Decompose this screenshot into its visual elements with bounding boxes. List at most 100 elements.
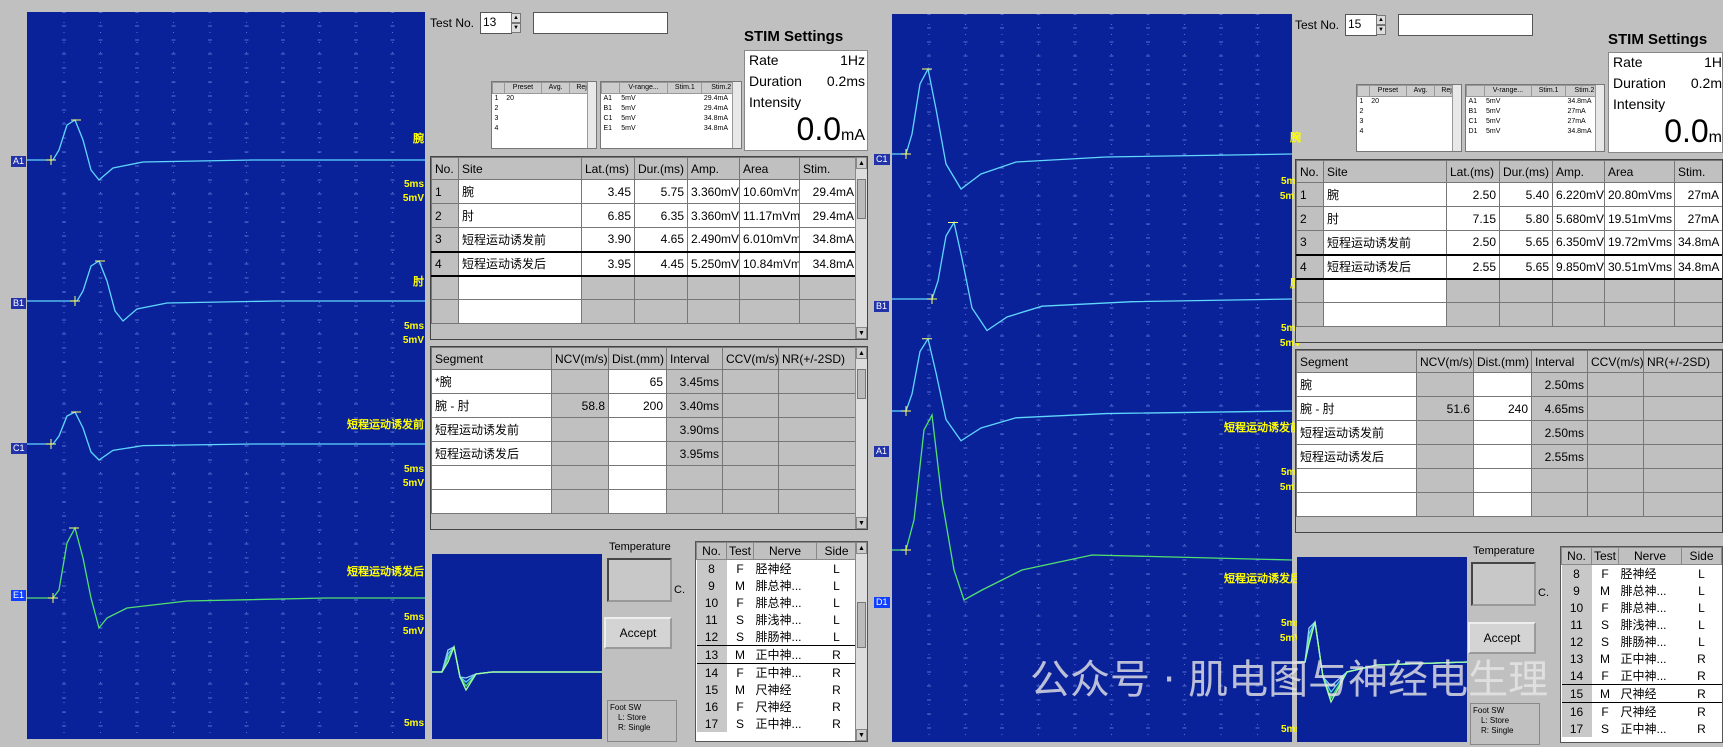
list-item[interactable]: 10 F 腓总神... L <box>696 594 857 611</box>
preset-scrollbar[interactable] <box>587 82 596 148</box>
table-row-selected[interactable]: 4短程运动诱发后3.954.455.250mV10.84mVms34.8mA <box>431 250 858 277</box>
list-item[interactable]: 9 M 腓总神... L <box>1561 582 1722 599</box>
list-item[interactable]: 14 F 正中神... R <box>1561 667 1722 685</box>
nerve-list-scrollbar[interactable]: ▲ ▼ <box>855 542 867 741</box>
segment-table[interactable]: Segment NCV(m/s) Dist.(mm) Interval CCV(m/s)… <box>1295 349 1723 533</box>
vrange-row[interactable]: B1 5mV 29.4mA <box>602 104 741 114</box>
channel-label-3[interactable]: C1 <box>11 443 27 454</box>
vrange-table[interactable]: V-range... Stim.1 Stim.2 A1 5mV 34.8mA B1 5mV… <box>1465 84 1605 152</box>
vrange-row[interactable]: C1 5mV 34.8mA <box>602 114 741 124</box>
list-item[interactable]: 17 S 正中神... R <box>696 715 857 732</box>
vrange-table[interactable]: V-range... Stim.1 Stim.2 A1 5mV 29.4mA B1 5mV… <box>600 81 742 149</box>
overlay-waveform[interactable] <box>432 554 602 739</box>
preset-row[interactable]: 3 <box>1358 117 1461 127</box>
list-item[interactable]: 13 M 正中神... R <box>696 645 857 664</box>
segment-row[interactable]: 短程运动诱发后 2.55ms <box>1296 444 1722 469</box>
preset-table[interactable]: Preset Avg. Rej. 1 20 2 3 4 <box>1356 84 1462 152</box>
preset-row[interactable]: 2 <box>493 104 596 114</box>
table-row-selected[interactable]: 4 短程运动诱发后 2.55 5.65 9.850mV 30.51mVms 34.8mA <box>1296 253 1722 280</box>
list-item[interactable]: 16 F 尺神经 R <box>696 698 857 715</box>
cell-site[interactable]: 肘 <box>1323 206 1447 231</box>
cell-site[interactable]: 短程运动诱发后 <box>1323 253 1447 280</box>
channel-label-1[interactable]: A1 <box>11 156 27 167</box>
segment-row[interactable]: *腕 65 3.45ms <box>431 369 858 394</box>
list-item[interactable]: 12 S 腓肠神... L <box>1561 633 1722 650</box>
segment-row-empty[interactable] <box>1296 492 1722 517</box>
spin-down-button[interactable]: ▼ <box>1376 25 1386 35</box>
list-item[interactable]: 14 F 正中神... R <box>696 663 857 681</box>
waveform-area[interactable] <box>892 14 1292 742</box>
test-name-input[interactable] <box>533 12 668 34</box>
segment-row-empty[interactable] <box>431 465 858 490</box>
duration-value[interactable]: 0.2m <box>1691 75 1722 91</box>
waveform-area[interactable] <box>27 12 425 739</box>
cell-site[interactable]: 腕 <box>1323 182 1447 207</box>
vrange-row[interactable]: A1 5mV 29.4mA <box>602 94 741 105</box>
cell-dist[interactable]: 65 <box>608 369 667 394</box>
table-row[interactable]: 3 短程运动诱发前 2.50 5.65 6.350mV 19.72mVms 34.8mA <box>1296 230 1722 255</box>
temperature-field[interactable] <box>607 558 672 602</box>
segment-row[interactable]: 腕 - 肘 58.8 200 3.40ms <box>431 393 858 418</box>
results-table[interactable]: No. Site Lat.(ms) Dur.(ms) Amp. Area Stim. 1腕3… <box>430 156 868 340</box>
channel-label-3[interactable]: A1 <box>874 446 890 457</box>
nerve-list[interactable]: No. Test Nerve Side 8 F 胫神经 L 9 M 腓总神... L 10 F 腓总神..… <box>1560 546 1723 743</box>
table-row[interactable]: 1 腕 2.50 5.40 6.220mV 20.80mVms 27mA <box>1296 182 1722 207</box>
channel-label-4[interactable]: E1 <box>11 590 27 601</box>
preset-row[interactable]: 4 <box>1358 127 1461 137</box>
list-item[interactable]: 16 F 尺神经 R <box>1561 702 1722 720</box>
segment-row[interactable]: 腕 2.50ms <box>1296 372 1722 397</box>
vrange-row[interactable]: B1 5mV 27mA <box>1467 107 1604 117</box>
test-name-input[interactable] <box>1398 14 1533 36</box>
cell-site[interactable]: 短程运动诱发前 <box>458 227 582 252</box>
cell-site[interactable]: 短程运动诱发前 <box>1323 230 1447 255</box>
table-row-empty[interactable] <box>1296 302 1722 327</box>
test-no-input[interactable]: 15 <box>1345 14 1377 36</box>
vrange-scrollbar[interactable] <box>732 82 741 148</box>
list-item[interactable]: 11 S 腓浅神... L <box>696 611 857 628</box>
list-item[interactable]: 11 S 腓浅神... L <box>1561 616 1722 633</box>
preset-row[interactable]: 1 20 <box>493 94 596 105</box>
test-no-input[interactable]: 13 <box>480 12 512 34</box>
results-table[interactable]: No. Site Lat.(ms) Dur.(ms) Amp. Area Stim. 1腕2… <box>1295 159 1723 343</box>
vrange-scrollbar[interactable] <box>1595 85 1604 151</box>
preset-table[interactable]: Preset Avg. Rej. 1 20 2 3 4 <box>491 81 597 149</box>
channel-label-4[interactable]: D1 <box>874 597 890 608</box>
preset-row[interactable]: 2 <box>1358 107 1461 117</box>
vrange-row[interactable]: E1 5mV 34.8mA <box>602 124 741 134</box>
list-item[interactable]: 10 F 腓总神... L <box>1561 599 1722 616</box>
table-row-empty[interactable] <box>431 275 858 300</box>
list-item[interactable]: 17 S 正中神... R <box>1561 720 1722 737</box>
table-row[interactable]: 2 肘 7.15 5.80 5.680mV 19.51mVms 27mA <box>1296 206 1722 231</box>
rate-value[interactable]: 1Hz <box>840 52 865 68</box>
channel-label-2[interactable]: B1 <box>11 298 27 309</box>
channel-label-1[interactable]: C1 <box>874 154 890 165</box>
cell-dist[interactable]: 200 <box>608 393 667 418</box>
duration-value[interactable]: 0.2ms <box>827 73 865 89</box>
vrange-row[interactable]: D1 5mV 34.8mA <box>1467 127 1604 137</box>
list-item[interactable]: 12 S 腓肠神... L <box>696 628 857 646</box>
vrange-row[interactable]: C1 5mV 27mA <box>1467 117 1604 127</box>
list-item[interactable]: 13 M 正中神... R <box>1561 650 1722 667</box>
temperature-field[interactable] <box>1471 562 1536 606</box>
segment-row[interactable]: 短程运动诱发前 2.50ms <box>1296 420 1722 445</box>
cell-site[interactable]: 短程运动诱发后 <box>458 250 582 277</box>
segment-table[interactable]: Segment NCV(m/s) Dist.(mm) Interval CCV(m/s)… <box>430 346 868 530</box>
table-row-empty[interactable] <box>1296 278 1722 303</box>
segment-row[interactable]: 短程运动诱发后 3.95ms <box>431 441 858 466</box>
list-item[interactable]: 8 F 胫神经 L <box>1561 564 1722 582</box>
list-item[interactable]: 8 F 胫神经 L <box>696 559 857 577</box>
preset-row[interactable]: 3 <box>493 114 596 124</box>
cell-dist[interactable]: 240 <box>1473 396 1532 421</box>
preset-row[interactable]: 1 20 <box>1358 97 1461 108</box>
segment-row[interactable]: 短程运动诱发前 3.90ms <box>431 417 858 442</box>
channel-label-2[interactable]: B1 <box>874 301 890 312</box>
accept-button[interactable]: Accept <box>604 617 672 649</box>
table-row[interactable]: 1腕3.455.753.360mV10.60mVms29.4mA <box>431 179 858 204</box>
list-item[interactable]: 15 M 尺神经 R <box>1561 684 1722 703</box>
nerve-list[interactable]: No. Test Nerve Side 8 F 胫神经 L 9 M 腓总神... L 10 F 腓总神..… <box>695 541 868 742</box>
results-scrollbar[interactable]: ▲ ▼ <box>855 157 867 339</box>
segment-scrollbar[interactable]: ▲ ▼ <box>855 347 867 529</box>
vrange-row[interactable]: A1 5mV 34.8mA <box>1467 97 1604 108</box>
spin-up-button[interactable]: ▲ <box>1376 15 1386 25</box>
preset-scrollbar[interactable] <box>1452 85 1461 151</box>
